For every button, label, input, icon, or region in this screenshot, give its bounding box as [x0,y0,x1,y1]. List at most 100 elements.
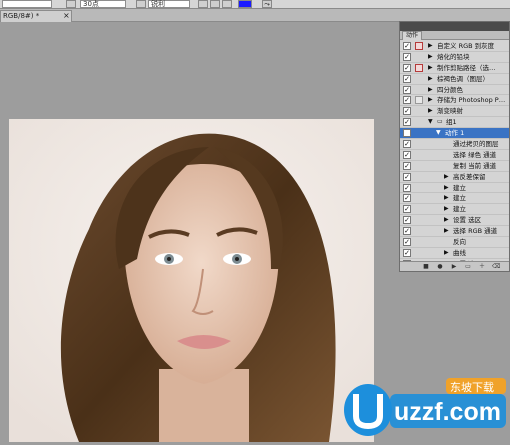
action-label: 自定义 RGB 到灰度 [437,42,495,50]
dialog-toggle-icon[interactable] [415,96,423,105]
close-icon[interactable]: × [63,11,70,21]
toggle-checkbox[interactable]: ✓ [403,150,411,159]
toggle-checkbox[interactable]: ✓ [403,96,411,105]
expand-right-icon[interactable]: ▶ [444,226,449,236]
document-tab[interactable]: RGB/8#) * × [0,10,72,22]
stop-icon[interactable]: ■ [422,263,430,270]
warp-text-icon[interactable]: ⤳ [262,0,272,8]
expand-right-icon[interactable]: ▶ [428,52,433,62]
expand-right-icon[interactable]: ▶ [428,106,433,116]
toggle-checkbox[interactable]: ✓ [403,118,411,127]
dialog-toggle-icon[interactable] [415,63,423,72]
new-set-icon[interactable]: ▭ [464,263,472,270]
toggle-checkbox[interactable]: ✓ [403,227,411,236]
align-center-button[interactable] [210,0,220,8]
action-label: 建立 [453,194,466,203]
toggle-checkbox[interactable]: ✓ [403,172,411,181]
font-size-field[interactable]: 30点 [80,0,126,8]
action-row[interactable]: ✓ ▶ 曲线 [400,248,509,259]
action-row[interactable]: ✓ ▶ 高反差保留 [400,172,509,183]
new-action-icon[interactable]: ＋ [478,263,486,270]
action-label: 制作剪贴路径（选… [437,63,496,72]
record-icon[interactable]: ● [436,263,444,270]
font-size-icon [66,0,76,8]
action-row[interactable]: ✓ 复制 当前 通道 [400,161,509,172]
toggle-checkbox[interactable]: ✓ [403,140,411,149]
tab-actions[interactable]: 动作 [402,31,422,40]
action-label: 曲线 [453,248,466,257]
expand-right-icon[interactable]: ▶ [428,95,433,105]
expand-down-icon[interactable]: ▼ [436,128,441,138]
font-family-field[interactable] [2,0,52,8]
toggle-checkbox[interactable]: ✓ [403,194,411,203]
portrait-image [9,119,374,442]
expand-right-icon[interactable]: ▶ [444,204,449,214]
expand-right-icon[interactable]: ▶ [428,74,433,84]
action-label: 动作 1 [445,129,465,138]
dialog-toggle-icon[interactable] [415,42,423,50]
action-label: 选择 RGB 通道 [453,227,498,236]
text-color-swatch[interactable] [238,0,252,8]
action-row[interactable]: ✓ ▼ ▭ 组1 [400,117,509,129]
action-label: 建立 [453,183,466,192]
action-row[interactable]: ✓ 反向 [400,237,509,248]
expand-right-icon[interactable]: ▶ [444,193,449,203]
panel-footer: ■ ● ▶ ▭ ＋ ⌫ [400,261,509,271]
toggle-checkbox[interactable]: ✓ [403,161,411,170]
toggle-checkbox[interactable]: ✓ [403,63,411,72]
play-icon[interactable]: ▶ [450,263,458,270]
toggle-checkbox[interactable]: ✓ [403,216,411,225]
toggle-checkbox[interactable]: ✓ [403,52,411,61]
action-row[interactable]: ✓ ▶ 设置 选区 [400,215,509,227]
expand-right-icon[interactable]: ▶ [444,215,449,225]
canvas-photo [9,119,374,442]
action-row[interactable]: ✓ ▶ 四分颜色 [400,85,509,96]
action-label: 存储为 Photoshop P… [437,96,506,105]
expand-right-icon[interactable]: ▶ [444,248,449,258]
action-row[interactable]: ✓ ▶ 渐变映射 [400,106,509,118]
action-row[interactable]: ✓ ▶ 棕褐色调（图层） [400,74,509,85]
expand-right-icon[interactable]: ▶ [428,41,433,51]
antialias-icon [136,0,146,8]
toggle-checkbox[interactable]: ✓ [403,107,411,116]
action-label: 棕褐色调（图层） [437,74,489,83]
toggle-checkbox[interactable]: ✓ [403,183,411,192]
toggle-checkbox[interactable]: ✓ [403,42,411,50]
action-row[interactable]: ✓ ▶ 建立 [400,204,509,216]
antialias-select[interactable]: 锐利 [148,0,190,8]
toggle-checkbox[interactable]: ✓ [403,74,411,83]
toggle-checkbox[interactable]: ✓ [403,205,411,214]
action-row[interactable]: ✓ ▶ 存储为 Photoshop P… [400,95,509,107]
action-label: 选择 绿色 通道 [453,150,497,159]
delete-icon[interactable]: ⌫ [492,263,500,270]
align-right-button[interactable] [222,0,232,8]
expand-right-icon[interactable]: ▶ [428,85,433,95]
uzzf-logo-icon: uzzf.com 东坡下载 [344,378,506,436]
action-row[interactable]: ✓ ▶ 熔化的铅块 [400,52,509,63]
action-row[interactable]: ✓ ▶ 自定义 RGB 到灰度 [400,41,509,52]
action-row[interactable]: ✓ ▶ 建立 [400,193,509,205]
expand-right-icon[interactable]: ▶ [444,183,449,193]
panel-titlebar[interactable] [400,22,509,31]
panel-tab-row: 动作 [400,31,509,40]
actions-list: ✓ ▶ 自定义 RGB 到灰度 ✓ ▶ 熔化的铅块 ✓ ▶ 制作剪贴路径（选… ✓ ▶ 棕褐色调（图层… [400,41,509,270]
toggle-checkbox[interactable]: ✓ [403,248,411,257]
action-label: 反向 [453,238,466,247]
action-label: 组1 [446,118,457,127]
action-row[interactable]: ✓ ▶ 选择 RGB 通道 [400,226,509,238]
toggle-checkbox[interactable]: ✓ [403,85,411,94]
action-row[interactable]: ✓ 通过拷贝的图层 [400,139,509,150]
expand-down-icon[interactable]: ▼ [428,117,433,127]
action-row[interactable]: ✓ ▶ 制作剪贴路径（选… [400,63,509,74]
action-row[interactable]: ✓ 选择 绿色 通道 [400,150,509,161]
action-row[interactable]: ✓ ▼ 动作 1 [400,128,509,140]
align-left-button[interactable] [198,0,208,8]
toggle-checkbox[interactable]: ✓ [403,129,411,138]
action-label: 建立 [453,205,466,214]
expand-right-icon[interactable]: ▶ [428,63,433,73]
toggle-checkbox[interactable]: ✓ [403,238,411,247]
watermark-logo: uzzf.com 东坡下载 [342,372,510,442]
action-row[interactable]: ✓ ▶ 建立 [400,183,509,194]
expand-right-icon[interactable]: ▶ [444,172,449,182]
watermark-tagline: 东坡下载 [450,381,494,394]
